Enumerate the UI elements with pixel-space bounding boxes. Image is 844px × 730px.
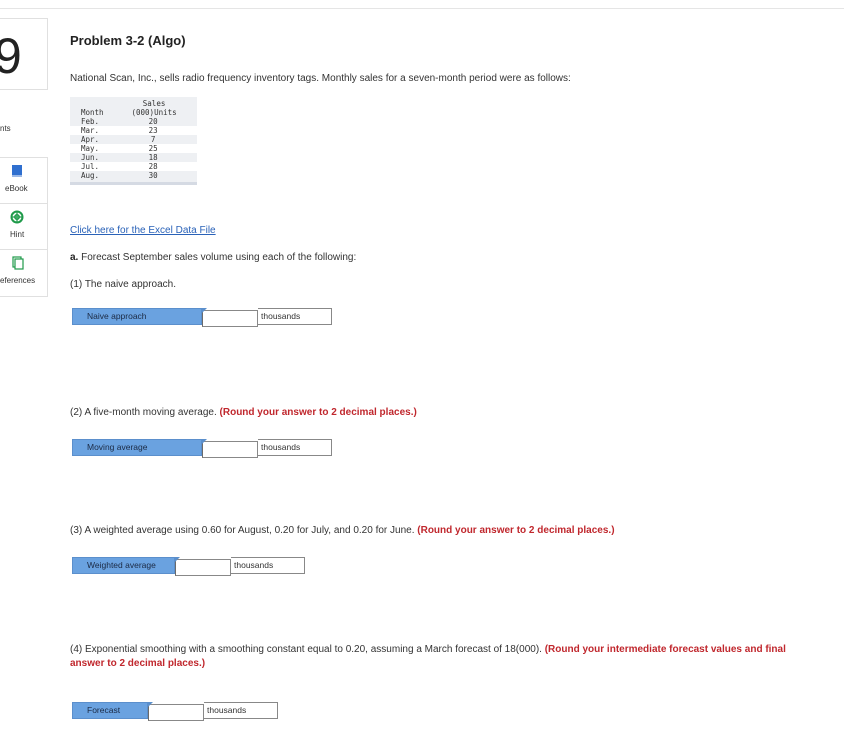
month-cell: Mar.: [70, 126, 120, 135]
units-cell: 28: [119, 162, 197, 171]
units-cell: 20: [148, 117, 158, 126]
naive-approach-input[interactable]: [202, 309, 258, 327]
part-a-text: Forecast September sales volume using ea…: [78, 252, 357, 263]
answer-row-naive: Naive approach thousands: [72, 308, 332, 327]
units-cell: 7: [150, 135, 156, 144]
unit-label: thousands: [258, 439, 332, 456]
question-4-text: (4) Exponential smoothing with a smoothi…: [70, 643, 790, 671]
weighted-average-input[interactable]: [175, 558, 231, 576]
question-1-text: (1) The naive approach.: [70, 279, 176, 290]
rounding-instruction: (Round your answer to 2 decimal places.): [219, 407, 417, 418]
header-month: Month: [81, 108, 104, 117]
units-cell: 25: [119, 144, 197, 153]
table-row: Apr. 7: [70, 135, 197, 144]
part-a-prompt: a. Forecast September sales volume using…: [70, 252, 356, 263]
sidebar-item-hint[interactable]: Hint: [0, 203, 48, 251]
answer-label: Naive approach: [72, 308, 202, 325]
question-number-box: 9: [0, 18, 48, 90]
copy-icon: [12, 256, 24, 270]
sidebar-item-label: eferences: [0, 276, 36, 285]
units-cell: 30: [148, 171, 158, 180]
question-3-text: (3) A weighted average using 0.60 for Au…: [70, 525, 615, 536]
answer-label: Moving average: [72, 439, 202, 456]
question-text: (4) Exponential smoothing with a smoothi…: [70, 644, 545, 655]
answer-label: Forecast: [72, 702, 148, 719]
answer-row-weighted-average: Weighted average thousands: [72, 557, 305, 576]
month-cell: May.: [70, 144, 120, 153]
units-cell: 18: [148, 153, 158, 162]
sidebar-item-references[interactable]: eferences: [0, 249, 48, 297]
problem-intro: National Scan, Inc., sells radio frequen…: [70, 73, 571, 84]
unit-label: thousands: [231, 557, 305, 574]
book-icon: [12, 165, 22, 177]
question-text: (3) A weighted average using 0.60 for Au…: [70, 525, 418, 536]
table-row: Jun. 18: [70, 153, 197, 162]
month-cell: Jun.: [81, 153, 100, 162]
header-sales: Sales: [142, 99, 166, 108]
question-text: (2) A five-month moving average.: [70, 407, 220, 418]
sidebar-partial-label: nts: [0, 124, 11, 133]
table-row: Jul. 28: [70, 162, 197, 171]
answer-label: Weighted average: [72, 557, 175, 574]
month-cell: Jul.: [70, 162, 120, 171]
answer-row-forecast: Forecast thousands: [72, 702, 278, 721]
unit-label: thousands: [204, 702, 278, 719]
units-cell: 23: [119, 126, 197, 135]
unit-label: thousands: [258, 308, 332, 325]
forecast-input[interactable]: [148, 703, 204, 721]
header-units: (000)Units: [131, 108, 177, 117]
sidebar-item-label: eBook: [5, 184, 28, 193]
question-2-text: (2) A five-month moving average. (Round …: [70, 407, 417, 418]
rounding-instruction: (Round your answer to 2 decimal places.): [417, 525, 615, 536]
table-row: Mar. 23: [70, 126, 197, 135]
table-row: Feb. 20: [70, 117, 197, 126]
sidebar-item-label: Hint: [10, 230, 25, 239]
moving-average-input[interactable]: [202, 440, 258, 458]
month-cell: Feb.: [81, 117, 100, 126]
lifebuoy-icon: [10, 210, 24, 224]
table-row: May. 25: [70, 144, 197, 153]
month-cell: Aug.: [81, 171, 100, 180]
sidebar-item-ebook[interactable]: eBook: [0, 157, 48, 205]
question-number: 9: [0, 28, 22, 84]
excel-data-link[interactable]: Click here for the Excel Data File: [70, 225, 216, 236]
month-cell: Apr.: [81, 135, 100, 144]
problem-title: Problem 3-2 (Algo): [70, 33, 186, 48]
top-divider: [0, 8, 844, 9]
sales-data-table: Sales Month (000)Units Feb. 20 Mar. 23 A…: [70, 97, 197, 185]
table-row: Aug. 30: [70, 171, 197, 180]
answer-row-moving-average: Moving average thousands: [72, 439, 332, 458]
